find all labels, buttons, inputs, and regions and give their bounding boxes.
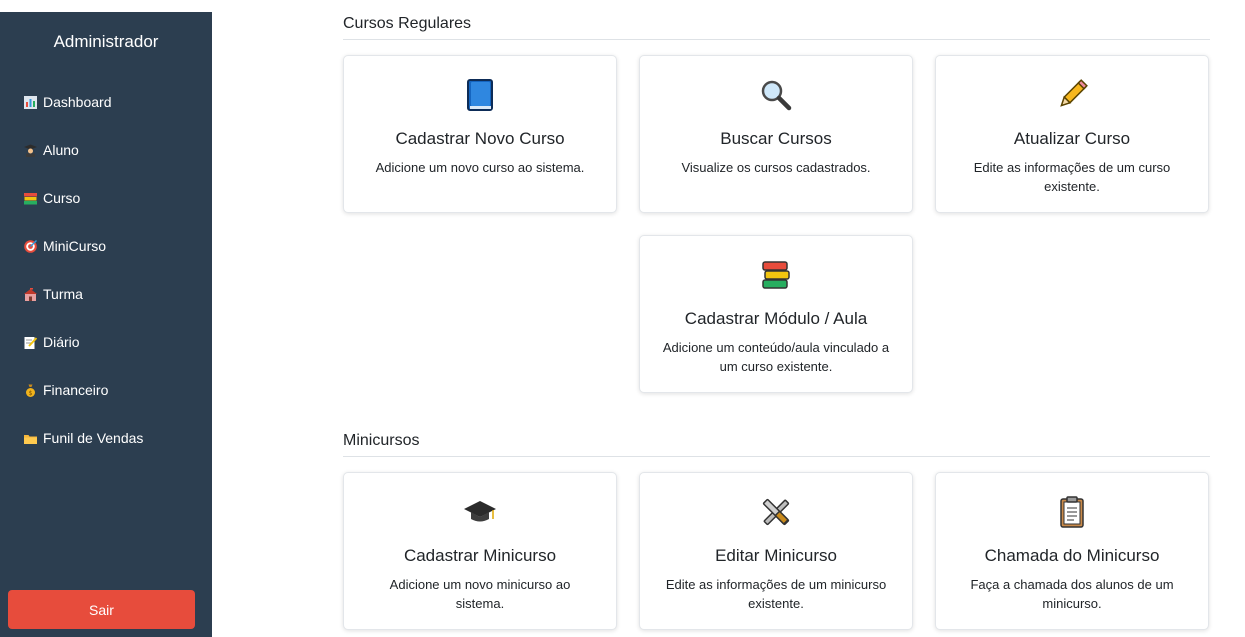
memo-icon: [24, 336, 37, 349]
pencil-icon: [936, 78, 1208, 112]
graduate-icon: [24, 144, 37, 157]
card-buscar-cursos[interactable]: Buscar Cursos Visualize os cursos cadast…: [639, 55, 913, 213]
sidebar-item-label: Aluno: [43, 142, 79, 158]
sidebar-item-turma[interactable]: Turma: [0, 270, 212, 318]
sidebar-item-label: Dashboard: [43, 94, 112, 110]
sidebar-item-label: Funil de Vendas: [43, 430, 144, 446]
sidebar-item-label: Diário: [43, 334, 80, 350]
sidebar-item-label: Turma: [43, 286, 83, 302]
books-stack-icon: [640, 258, 912, 292]
sidebar: Administrador Dashboard Aluno Curso Mini…: [0, 12, 212, 637]
blue-book-icon: [344, 78, 616, 112]
sidebar-item-dashboard[interactable]: Dashboard: [0, 78, 212, 126]
sidebar-item-label: Curso: [43, 190, 81, 206]
logout-button[interactable]: Sair: [8, 590, 195, 629]
graduation-cap-icon: [344, 495, 616, 529]
folder-icon: [24, 432, 37, 445]
sidebar-item-diario[interactable]: Diário: [0, 318, 212, 366]
card-description: Edite as informações de um minicurso exi…: [665, 577, 887, 611]
main-content: Cursos Regulares Cadastrar Novo Curso Ad…: [212, 0, 1245, 637]
magnifier-icon: [640, 78, 912, 112]
sidebar-title: Administrador: [53, 32, 159, 51]
card-title: Cadastrar Novo Curso: [395, 129, 565, 148]
card-title: Chamada do Minicurso: [984, 546, 1160, 565]
card-title: Atualizar Curso: [1013, 129, 1131, 148]
sidebar-item-financeiro[interactable]: $ Financeiro: [0, 366, 212, 414]
sidebar-item-label: Financeiro: [43, 382, 109, 398]
card-atualizar-curso[interactable]: Atualizar Curso Edite as informações de …: [935, 55, 1209, 213]
target-icon: [24, 239, 37, 253]
sidebar-item-funil-de-vendas[interactable]: Funil de Vendas: [0, 414, 212, 462]
card-description: Adicione um novo minicurso ao sistema.: [389, 577, 571, 611]
card-cadastrar-modulo-aula[interactable]: Cadastrar Módulo / Aula Adicione um cont…: [639, 235, 913, 393]
card-title: Cadastrar Minicurso: [403, 546, 557, 565]
card-title: Cadastrar Módulo / Aula: [684, 309, 868, 328]
card-description: Visualize os cursos cadastrados.: [681, 160, 871, 175]
section-title-cursos-regulares: Cursos Regulares: [343, 15, 1210, 40]
clipboard-icon: [936, 495, 1208, 529]
sidebar-item-minicurso[interactable]: MiniCurso: [0, 222, 212, 270]
card-chamada-do-minicurso[interactable]: Chamada do Minicurso Faça a chamada dos …: [935, 472, 1209, 630]
card-title: Buscar Cursos: [720, 129, 832, 148]
tools-icon: [640, 495, 912, 529]
section-title-minicursos: Minicursos: [343, 432, 1210, 457]
card-cadastrar-minicurso[interactable]: Cadastrar Minicurso Adicione um novo min…: [343, 472, 617, 630]
sidebar-item-curso[interactable]: Curso: [0, 174, 212, 222]
svg-text:$: $: [29, 390, 33, 397]
card-title: Editar Minicurso: [715, 546, 837, 565]
sidebar-item-label: MiniCurso: [43, 238, 107, 254]
card-description: Faça a chamada dos alunos de um minicurs…: [970, 577, 1174, 611]
school-icon: [24, 287, 37, 301]
card-description: Adicione um novo curso ao sistema.: [375, 160, 585, 175]
money-bag-icon: $: [24, 384, 37, 397]
card-cadastrar-novo-curso[interactable]: Cadastrar Novo Curso Adicione um novo cu…: [343, 55, 617, 213]
card-description: Adicione um conteúdo/aula vinculado a um…: [662, 340, 890, 374]
books-icon: [24, 192, 37, 205]
card-description: Edite as informações de um curso existen…: [973, 160, 1171, 194]
bar-chart-icon: [24, 95, 37, 109]
sidebar-item-aluno[interactable]: Aluno: [0, 126, 212, 174]
card-editar-minicurso[interactable]: Editar Minicurso Edite as informações de…: [639, 472, 913, 630]
